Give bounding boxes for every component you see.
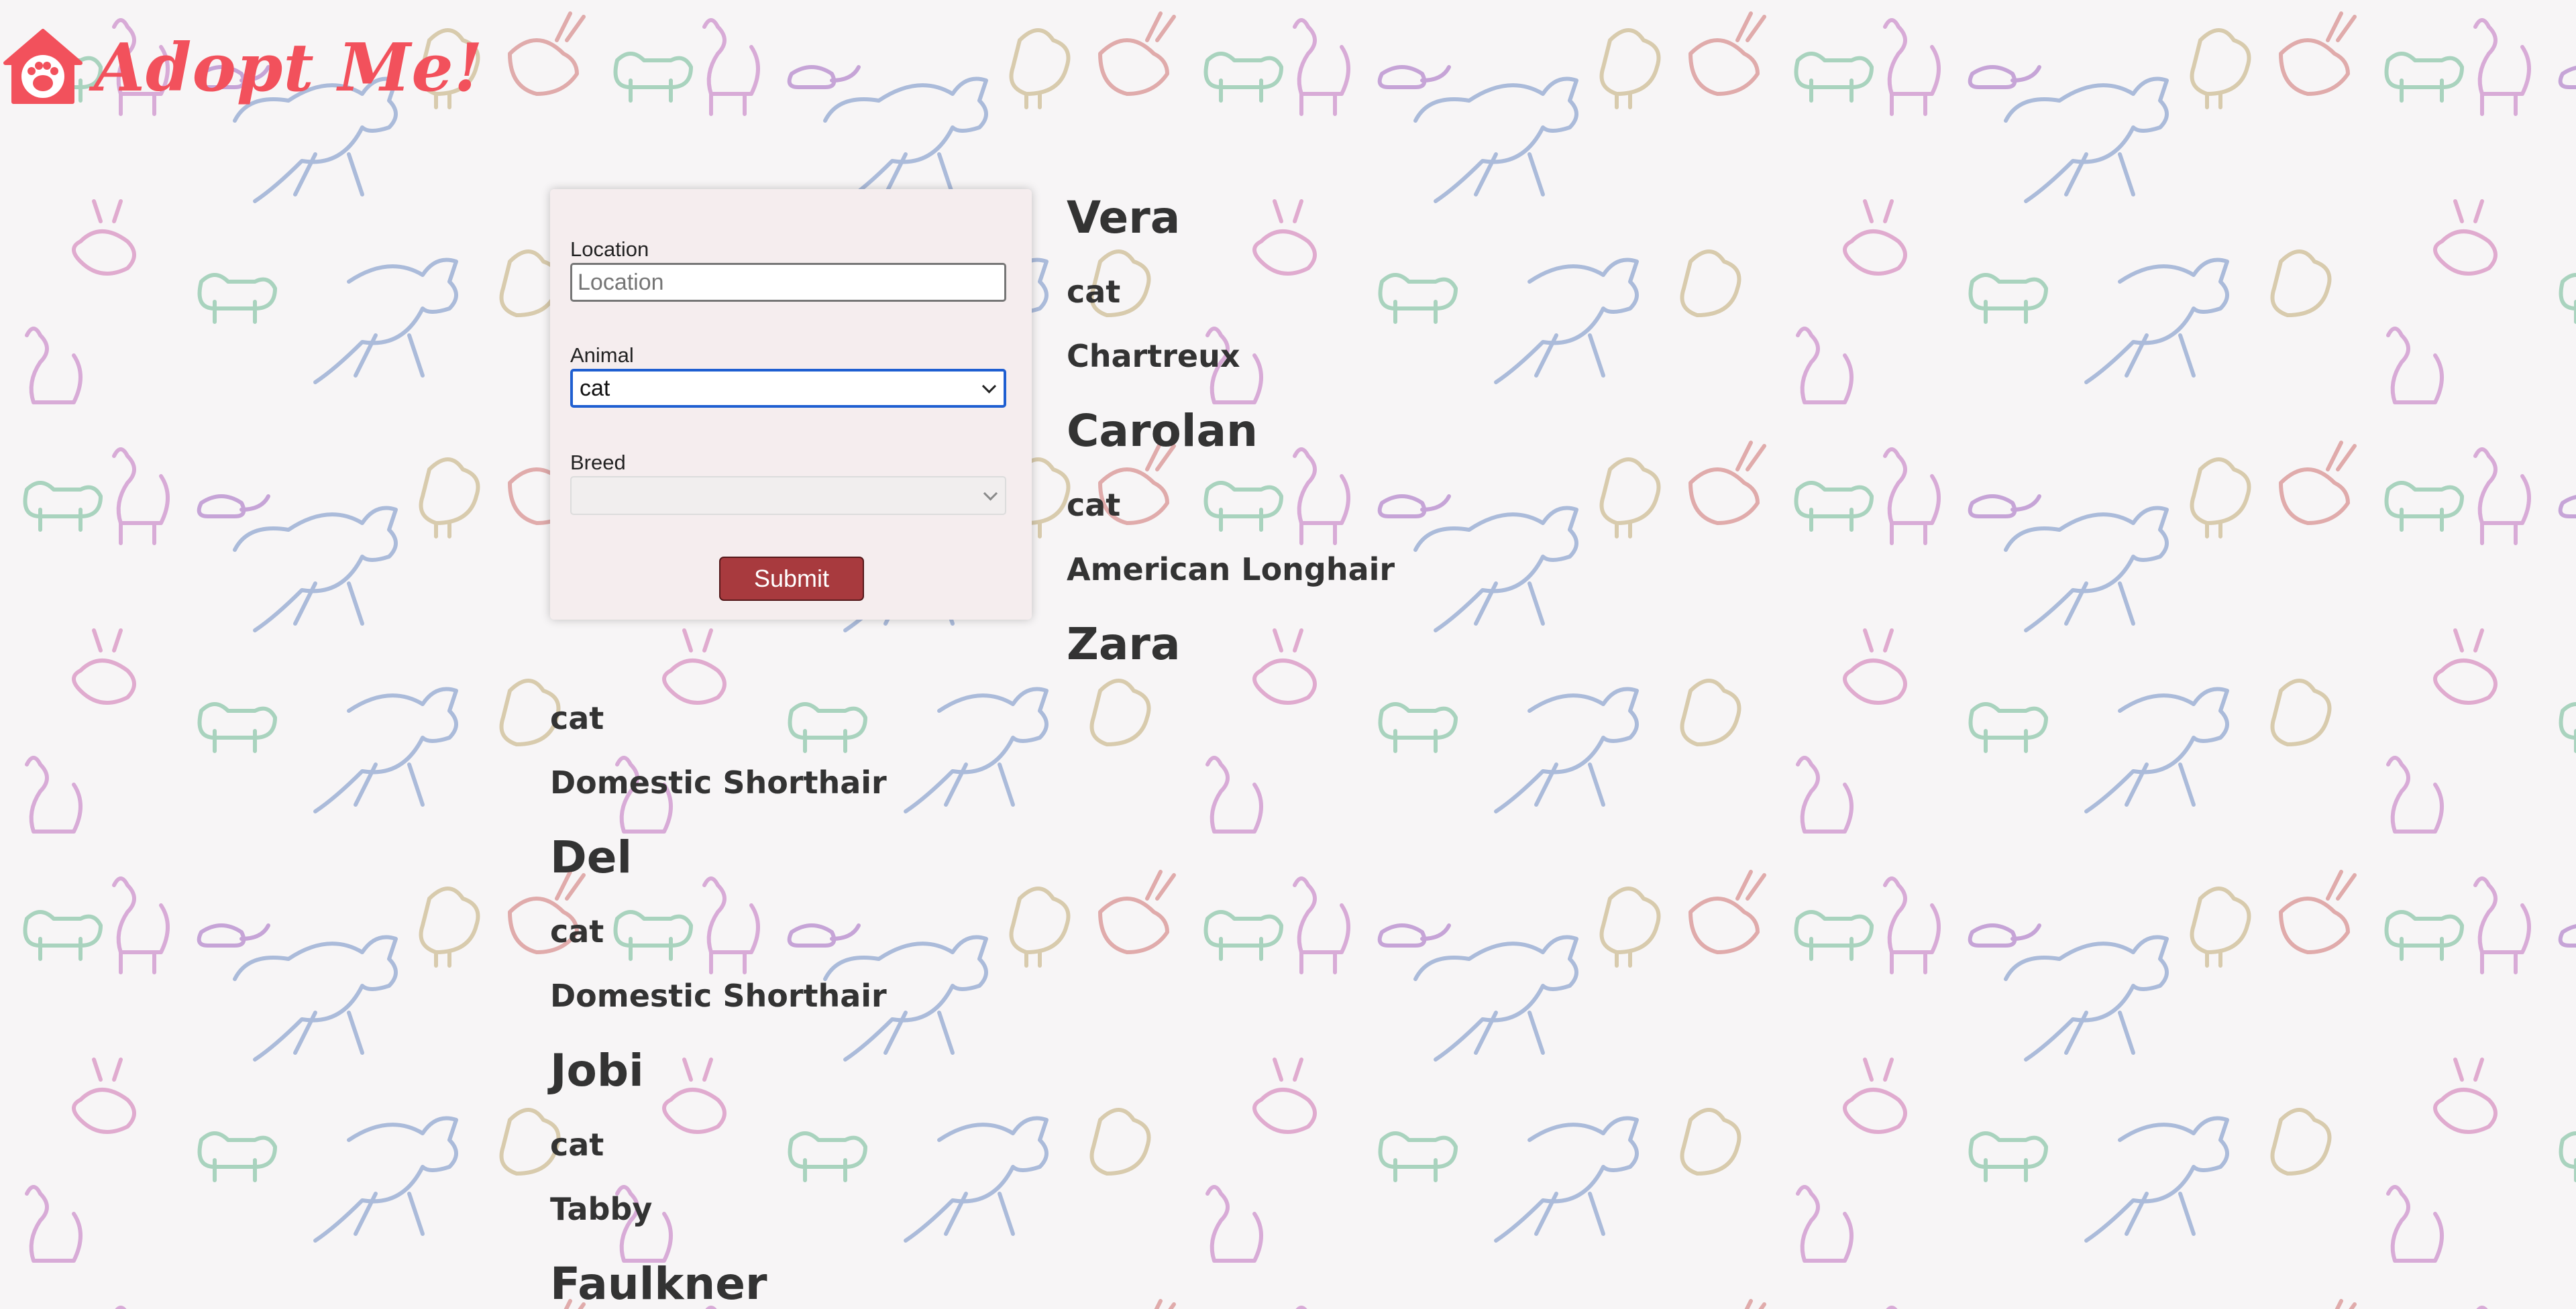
pet-breed: Domestic Shorthair (550, 764, 887, 801)
pet-name[interactable]: Vera (1067, 196, 1180, 240)
pet-breed: Chartreux (1067, 338, 1240, 374)
search-form: Location Animal cat Breed Submit (550, 189, 1032, 620)
animal-select[interactable]: cat (570, 369, 1006, 408)
adopt-me-logo-link[interactable]: Adopt Me! (1, 27, 484, 110)
pet-animal: cat (1067, 274, 1121, 310)
pet-breed: Tabby (550, 1191, 653, 1227)
animal-label: Animal (570, 343, 634, 367)
submit-button[interactable]: Submit (719, 557, 864, 601)
pet-animal: cat (550, 913, 604, 950)
location-label: Location (570, 237, 649, 261)
location-input[interactable] (570, 263, 1006, 302)
chevron-down-icon (981, 379, 997, 394)
breed-select[interactable] (570, 476, 1006, 515)
pet-name[interactable]: Jobi (550, 1049, 644, 1093)
house-paw-icon (3, 29, 83, 104)
pet-breed: American Longhair (1067, 551, 1395, 587)
breed-label: Breed (570, 451, 626, 474)
animal-select-value: cat (580, 375, 610, 401)
pet-animal: cat (1067, 487, 1121, 523)
pet-name[interactable]: Zara (1067, 622, 1180, 667)
pet-name[interactable]: Faulkner (550, 1262, 767, 1306)
pet-animal: cat (550, 1127, 604, 1163)
pet-breed: Domestic Shorthair (550, 978, 887, 1014)
pet-name[interactable]: Carolan (1067, 409, 1258, 453)
logo-text: Adopt Me! (94, 30, 484, 107)
chevron-down-icon (983, 486, 998, 501)
pet-animal: cat (550, 700, 604, 736)
pet-name[interactable]: Del (550, 836, 632, 880)
